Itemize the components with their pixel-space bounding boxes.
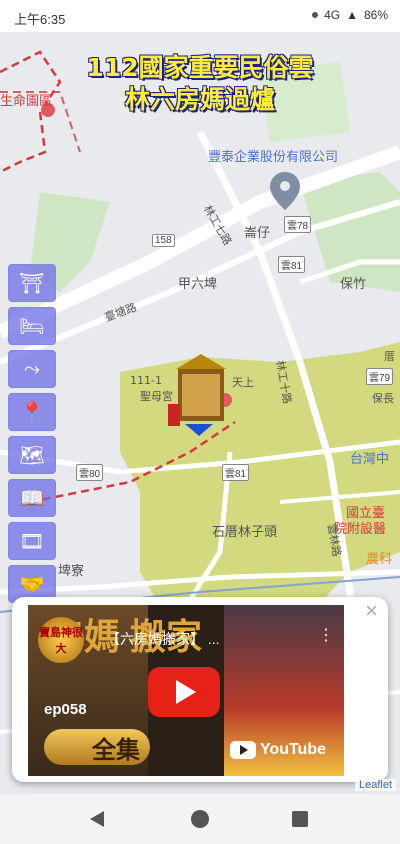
signal-icon: ▲ <box>346 8 358 22</box>
play-icon <box>176 680 196 704</box>
handshake-icon: 🤝 <box>19 573 45 596</box>
youtube-embed[interactable]: 房媽 搬家 寶島神很大 【六房媽搬家】 ... ⋮ ep058 全集 YouTu… <box>28 605 344 776</box>
film-icon: 🎞 <box>19 530 45 553</box>
place-label: 聖母宮 <box>140 390 173 403</box>
channel-logo-icon: 寶島神很大 <box>38 617 84 663</box>
book-button[interactable]: 📖 <box>8 479 56 517</box>
recent-apps-icon[interactable] <box>292 811 308 827</box>
map-button[interactable]: 🗺 <box>8 436 56 474</box>
full-collection-badge: 全集 <box>44 729 150 765</box>
road-number: 雲80 <box>76 464 104 481</box>
road-number: 雲79 <box>366 368 394 385</box>
title-line-2: 林六房媽過爐 <box>124 85 275 114</box>
video-title[interactable]: 【六房媽搬家】 ... <box>106 629 220 649</box>
place-label: 保竹 <box>340 277 367 292</box>
video-button[interactable]: 🎞 <box>8 522 56 560</box>
place-label: 台灣中 <box>350 452 390 467</box>
sidebar-toolbar: ⛩ 🛏 ⤳ 📍 🗺 📖 🎞 🤝 <box>8 264 56 608</box>
place-label: 農科 <box>366 552 393 567</box>
route-button[interactable]: ⤳ <box>8 350 56 388</box>
home-icon[interactable] <box>191 810 209 828</box>
road-number: 158 <box>152 234 175 247</box>
notification-dot-icon <box>312 12 319 18</box>
navigation-bar <box>0 794 400 844</box>
road-number: 雲78 <box>284 216 312 233</box>
place-label: 甲六埤 <box>178 277 218 292</box>
location-button[interactable]: 📍 <box>8 393 56 431</box>
back-icon[interactable] <box>90 811 104 827</box>
battery-text: 86% <box>363 8 388 22</box>
youtube-icon <box>229 741 256 759</box>
place-label: 埤寮 <box>58 564 85 579</box>
close-popup-button[interactable]: × <box>365 598 378 624</box>
place-label: 天上 <box>232 376 254 389</box>
video-menu-icon[interactable]: ⋮ <box>318 625 334 645</box>
video-popup: × 房媽 搬家 寶島神很大 【六房媽搬家】 ... ⋮ ep058 全集 You… <box>12 597 388 782</box>
route-icon: ⤳ <box>24 357 40 380</box>
network-label: 4G <box>324 8 341 22</box>
place-label: 院附設醫 <box>334 522 387 537</box>
youtube-label: YouTube <box>259 741 326 758</box>
place-label: 保長 <box>372 392 394 405</box>
company-label: 豐泰企業股份有限公司 <box>208 150 339 165</box>
play-button[interactable] <box>148 667 220 717</box>
bed-icon: 🛏 <box>19 315 45 338</box>
road-number: 雲81 <box>278 256 306 273</box>
status-icons: 4G ▲ 86% <box>312 8 388 22</box>
temple-button[interactable]: ⛩ <box>8 264 56 302</box>
book-icon: 📖 <box>19 487 45 510</box>
place-label: 石厝林子頭 <box>212 525 278 540</box>
place-label: 厝 <box>384 350 395 363</box>
map-title: 112國家重要民俗雲 林六房媽過爐 <box>0 52 400 116</box>
temple-icon: ⛩ <box>19 272 45 295</box>
episode-label: ep058 <box>44 701 87 718</box>
status-time: 上午6:35 <box>14 12 66 27</box>
place-label: 111-1 <box>130 374 162 387</box>
youtube-logo[interactable]: YouTube <box>229 741 326 759</box>
map-icon: 🗺 <box>19 444 45 467</box>
status-bar: 上午6:35 4G ▲ 86% <box>0 0 400 32</box>
road-number: 雲81 <box>222 464 250 481</box>
leaflet-attribution[interactable]: Leaflet <box>354 779 396 791</box>
lodging-button[interactable]: 🛏 <box>8 307 56 345</box>
place-label: 崙仔 <box>244 226 271 241</box>
location-pin-icon: 📍 <box>19 401 45 424</box>
title-line-1: 112國家重要民俗雲 <box>86 53 314 82</box>
